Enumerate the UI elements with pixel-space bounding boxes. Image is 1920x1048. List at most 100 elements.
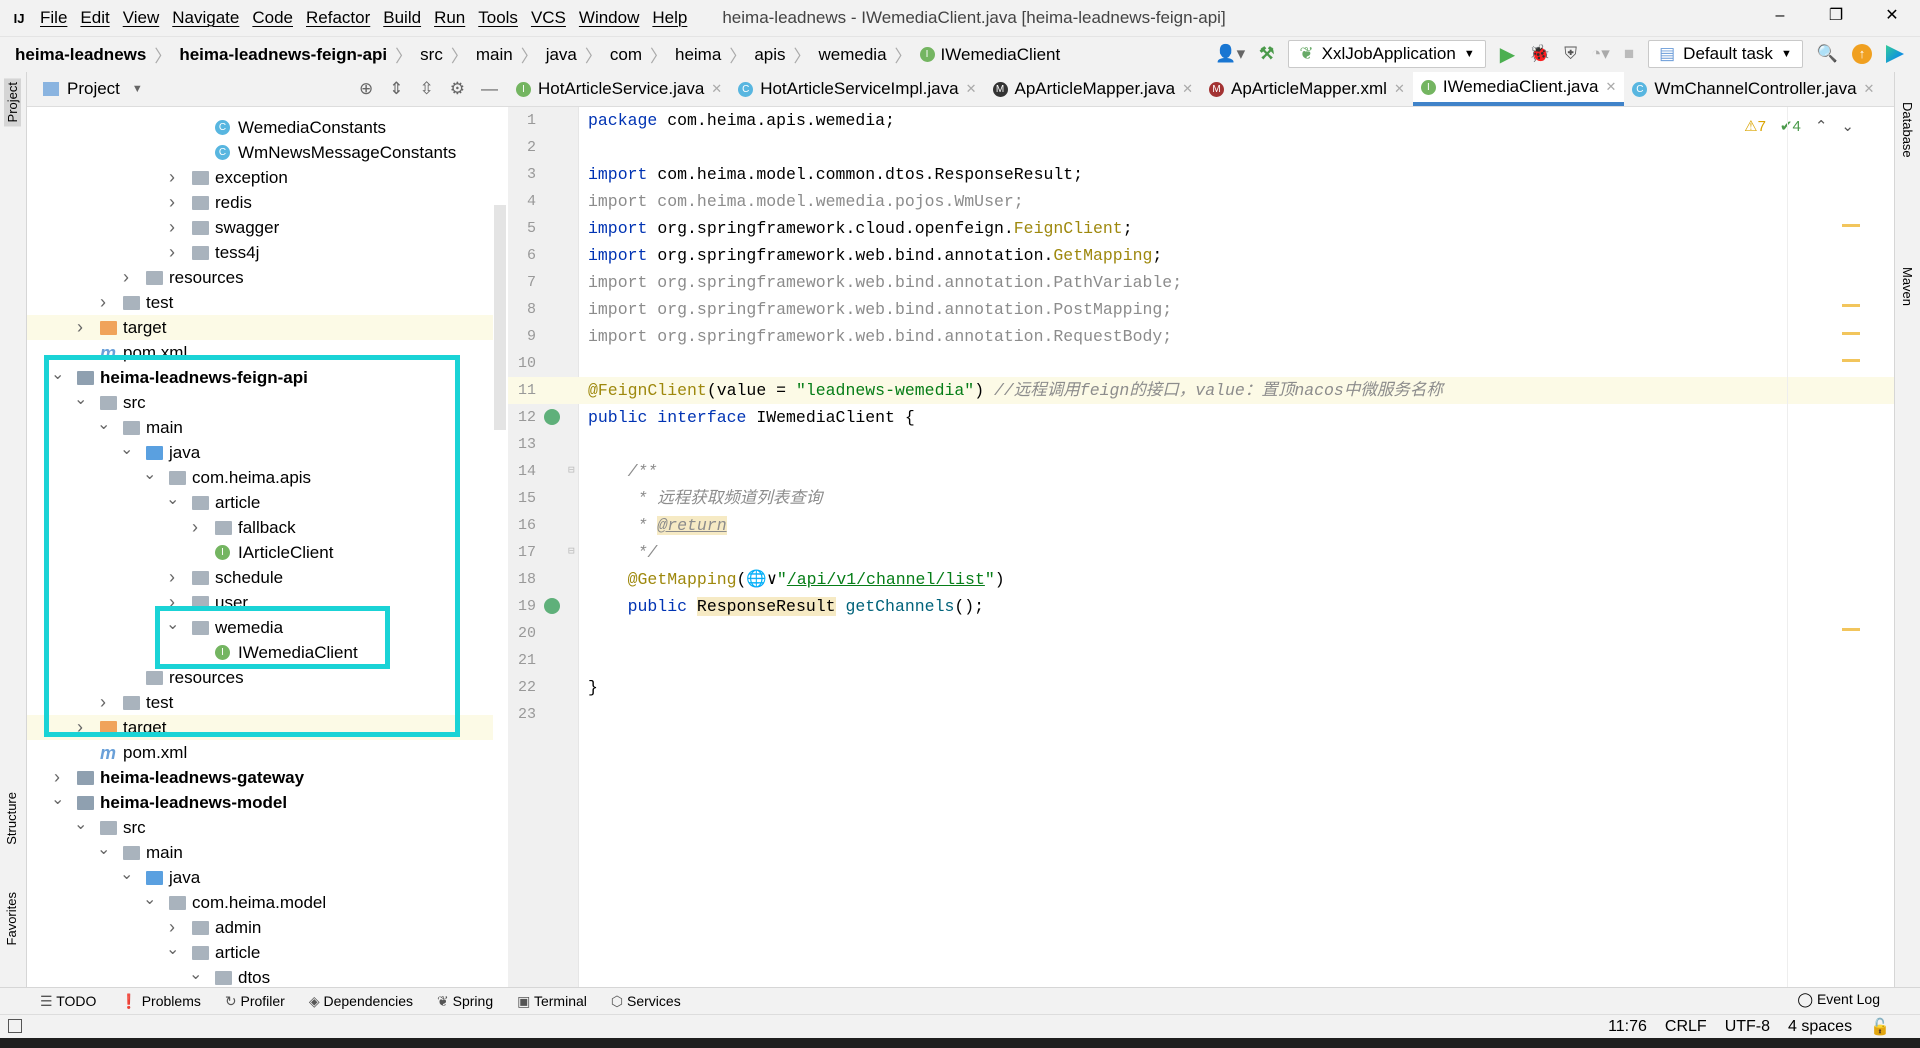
database-tool-button[interactable]: Database <box>1900 102 1915 158</box>
tree-item[interactable]: ⌄ com.heima.model <box>27 890 493 915</box>
menu-code[interactable]: Code <box>252 8 293 27</box>
favorites-tool-button[interactable]: Favorites <box>4 892 19 945</box>
maximize-button[interactable]: ❐ <box>1808 0 1864 32</box>
tool-services[interactable]: ⬡ Services <box>611 993 681 1010</box>
tree-item[interactable]: C WemediaConstants <box>27 115 493 140</box>
tree-item[interactable]: m pom.xml <box>27 740 493 765</box>
chevron-down-icon[interactable]: ⌄ <box>166 939 179 959</box>
chevron-right-icon[interactable]: › <box>51 767 63 788</box>
stop-icon[interactable]: ■ <box>1624 44 1634 64</box>
menu-run[interactable]: Run <box>434 8 465 27</box>
tab-hotarticleserviceimpl-java[interactable]: C HotArticleServiceImpl.java ✕ <box>730 72 984 106</box>
implemented-gutter-icon[interactable] <box>544 598 560 614</box>
chevron-down-icon[interactable]: ⌄ <box>74 814 87 834</box>
tab-aparticlemapper-xml[interactable]: M ApArticleMapper.xml ✕ <box>1201 72 1413 106</box>
weak-warnings-count[interactable]: ✔4 <box>1780 117 1801 135</box>
coverage-icon[interactable]: ⛨ <box>1564 44 1577 64</box>
fold-icon[interactable]: ⊟ <box>568 539 575 566</box>
menu-file[interactable]: File <box>40 8 67 27</box>
warning-marker[interactable] <box>1842 224 1860 227</box>
menu-refactor[interactable]: Refactor <box>306 8 370 27</box>
chevron-right-icon[interactable]: › <box>166 192 178 213</box>
lock-icon[interactable]: 🔓 <box>1870 1017 1890 1037</box>
prev-highlight-icon[interactable]: ⌃ <box>1815 117 1828 135</box>
close-tab-icon[interactable]: ✕ <box>711 81 722 97</box>
breadcrumb-item[interactable]: heima <box>675 45 721 65</box>
status-layout-icon[interactable] <box>8 1019 22 1033</box>
close-tab-icon[interactable]: ✕ <box>966 81 977 97</box>
breadcrumb-item[interactable]: com <box>610 45 642 65</box>
warning-marker[interactable] <box>1842 359 1860 362</box>
chevron-down-icon[interactable]: ⌄ <box>51 789 64 809</box>
close-tab-icon[interactable]: ✕ <box>1605 79 1616 95</box>
user-icon[interactable]: 👤▾ <box>1215 44 1245 64</box>
tool-todo[interactable]: ☰ TODO <box>40 993 96 1010</box>
search-icon[interactable]: 🔍 <box>1817 44 1838 64</box>
chevron-right-icon[interactable]: › <box>166 217 178 238</box>
chevron-down-icon[interactable]: ⌄ <box>189 964 202 984</box>
tool-profiler[interactable]: ↻ Profiler <box>225 993 285 1010</box>
tree-item[interactable]: ⌄ java <box>27 865 493 890</box>
warning-marker[interactable] <box>1842 628 1860 631</box>
implemented-gutter-icon[interactable] <box>544 409 560 425</box>
menu-help[interactable]: Help <box>652 8 687 27</box>
menu-navigate[interactable]: Navigate <box>172 8 239 27</box>
warnings-count[interactable]: ⚠7 <box>1744 117 1766 135</box>
tab-iwemediaclient-java[interactable]: I IWemediaClient.java ✕ <box>1412 72 1625 106</box>
tool-spring[interactable]: ❦ Spring <box>437 993 493 1010</box>
gear-icon[interactable]: ⚙ <box>450 79 465 99</box>
breadcrumb-item[interactable]: heima-leadnews <box>15 45 146 65</box>
maven-tool-button[interactable]: Maven <box>1900 267 1915 306</box>
debug-icon[interactable]: 🐞 <box>1529 44 1550 64</box>
task-select[interactable]: ▤ Default task ▼ <box>1648 40 1803 68</box>
tree-item[interactable]: › test <box>27 290 493 315</box>
locate-icon[interactable]: ⊕ <box>359 79 373 99</box>
expand-all-icon[interactable]: ⇕ <box>389 79 403 99</box>
tab-aparticlemapper-java[interactable]: M ApArticleMapper.java ✕ <box>985 72 1202 106</box>
warning-marker[interactable] <box>1842 332 1860 335</box>
project-tool-button[interactable]: Project <box>4 78 21 127</box>
breadcrumb-item[interactable]: IWemediaClient <box>941 45 1061 65</box>
chevron-right-icon[interactable]: › <box>166 917 178 938</box>
tree-item[interactable]: › swagger <box>27 215 493 240</box>
collapse-all-icon[interactable]: ⇳ <box>420 79 434 99</box>
tree-item[interactable]: ⌄ article <box>27 940 493 965</box>
tree-item[interactable]: › target <box>27 315 493 340</box>
tool-terminal[interactable]: ▣ Terminal <box>517 993 587 1010</box>
next-highlight-icon[interactable]: ⌄ <box>1841 117 1854 135</box>
breadcrumb-item[interactable]: main <box>476 45 513 65</box>
run-icon[interactable]: ▶ <box>1500 42 1515 67</box>
file-encoding[interactable]: UTF-8 <box>1725 1018 1770 1036</box>
tree-item[interactable]: › resources <box>27 265 493 290</box>
breadcrumb-item[interactable]: src <box>420 45 443 65</box>
tab-wmchannelcontroller-java[interactable]: C WmChannelController.java ✕ <box>1624 72 1882 106</box>
tree-scrollbar[interactable] <box>494 205 506 430</box>
breadcrumb-item[interactable]: wemedia <box>819 45 887 65</box>
breadcrumb-item[interactable]: apis <box>754 45 785 65</box>
project-view-select[interactable]: Project <box>67 79 120 99</box>
chevron-down-icon[interactable]: ⌄ <box>143 889 156 909</box>
hide-icon[interactable]: — <box>481 79 498 99</box>
indent-setting[interactable]: 4 spaces <box>1788 1018 1852 1036</box>
build-hammer-icon[interactable]: ⚒ <box>1259 44 1274 64</box>
tree-item[interactable]: › heima-leadnews-gateway <box>27 765 493 790</box>
menu-edit[interactable]: Edit <box>80 8 109 27</box>
close-button[interactable]: ✕ <box>1864 0 1920 32</box>
tree-item[interactable]: › redis <box>27 190 493 215</box>
chevron-down-icon[interactable]: ⌄ <box>97 839 110 859</box>
tab-hotarticleservice-java[interactable]: I HotArticleService.java ✕ <box>508 72 730 106</box>
tool-problems[interactable]: ❗ Problems <box>120 993 200 1010</box>
jetbrains-icon[interactable] <box>1886 45 1904 63</box>
tree-item[interactable]: ⌄ src <box>27 815 493 840</box>
menu-tools[interactable]: Tools <box>478 8 518 27</box>
caret-position[interactable]: 11:76 <box>1608 1018 1647 1036</box>
structure-tool-button[interactable]: Structure <box>4 792 19 845</box>
chevron-right-icon[interactable]: › <box>166 167 178 188</box>
tree-item[interactable]: › admin <box>27 915 493 940</box>
code-editor[interactable]: 1 package com.heima.apis.wemedia; 2 3 import… <box>508 107 1894 987</box>
chevron-down-icon[interactable]: ⌄ <box>120 864 133 884</box>
warning-marker[interactable] <box>1842 304 1860 307</box>
line-separator[interactable]: CRLF <box>1665 1018 1707 1036</box>
profile-icon[interactable]: ◔▾ <box>1591 44 1610 64</box>
chevron-right-icon[interactable]: › <box>74 317 86 338</box>
